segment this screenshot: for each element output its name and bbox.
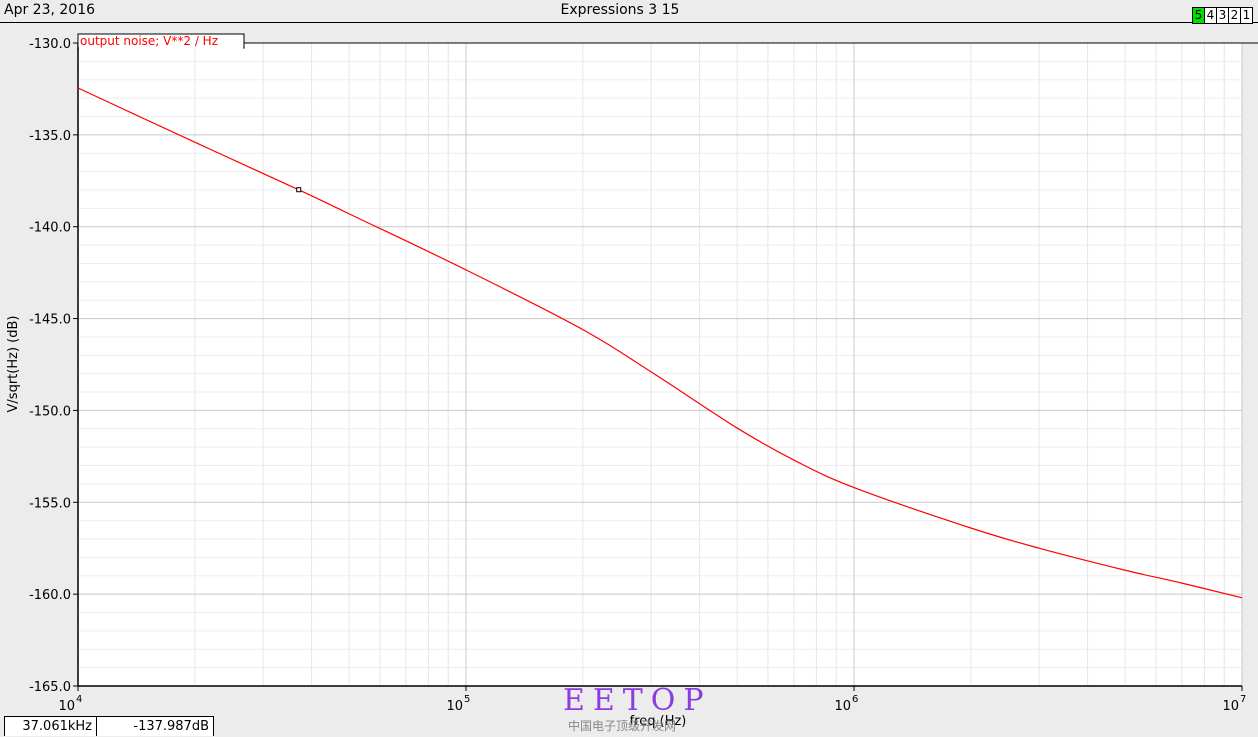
plot-area [78, 43, 1242, 686]
y-tick-label: -160.0 [29, 588, 71, 603]
watermark-logo: EETOP [563, 683, 712, 718]
y-tick-label: -145.0 [29, 313, 71, 328]
x-tick-label-base: 10 [834, 699, 851, 714]
y-axis-label: V/sqrt(Hz) (dB) [6, 316, 21, 413]
x-tick-label-base: 10 [1222, 699, 1239, 714]
x-tick-label-exp: 4 [76, 694, 82, 705]
y-tick-label: -140.0 [29, 221, 71, 236]
x-tick-label-exp: 7 [1240, 694, 1246, 705]
y-tick-label: -130.0 [29, 37, 71, 52]
legend-label: output noise; V**2 / Hz [80, 34, 218, 48]
x-tick-label-exp: 5 [464, 694, 470, 705]
x-tick-label-exp: 6 [852, 694, 858, 705]
x-tick-label-base: 10 [446, 699, 463, 714]
watermark-subtext: 中国电子顶级开发网 [568, 719, 677, 733]
cursor-marker[interactable] [296, 187, 302, 193]
y-tick-label: -150.0 [29, 404, 71, 419]
cursor-y-readout: -137.987dB [96, 716, 214, 736]
y-tick-label: -135.0 [29, 129, 71, 144]
y-tick-label: -155.0 [29, 496, 71, 511]
cursor-x-readout: 37.061kHz [4, 716, 97, 736]
y-tick-label: -165.0 [29, 680, 71, 695]
x-tick-label-base: 10 [58, 699, 75, 714]
noise-chart[interactable]: -130.0 -135.0 -140.0 -145.0 -150.0 -155.0 -160… [0, 0, 1258, 737]
